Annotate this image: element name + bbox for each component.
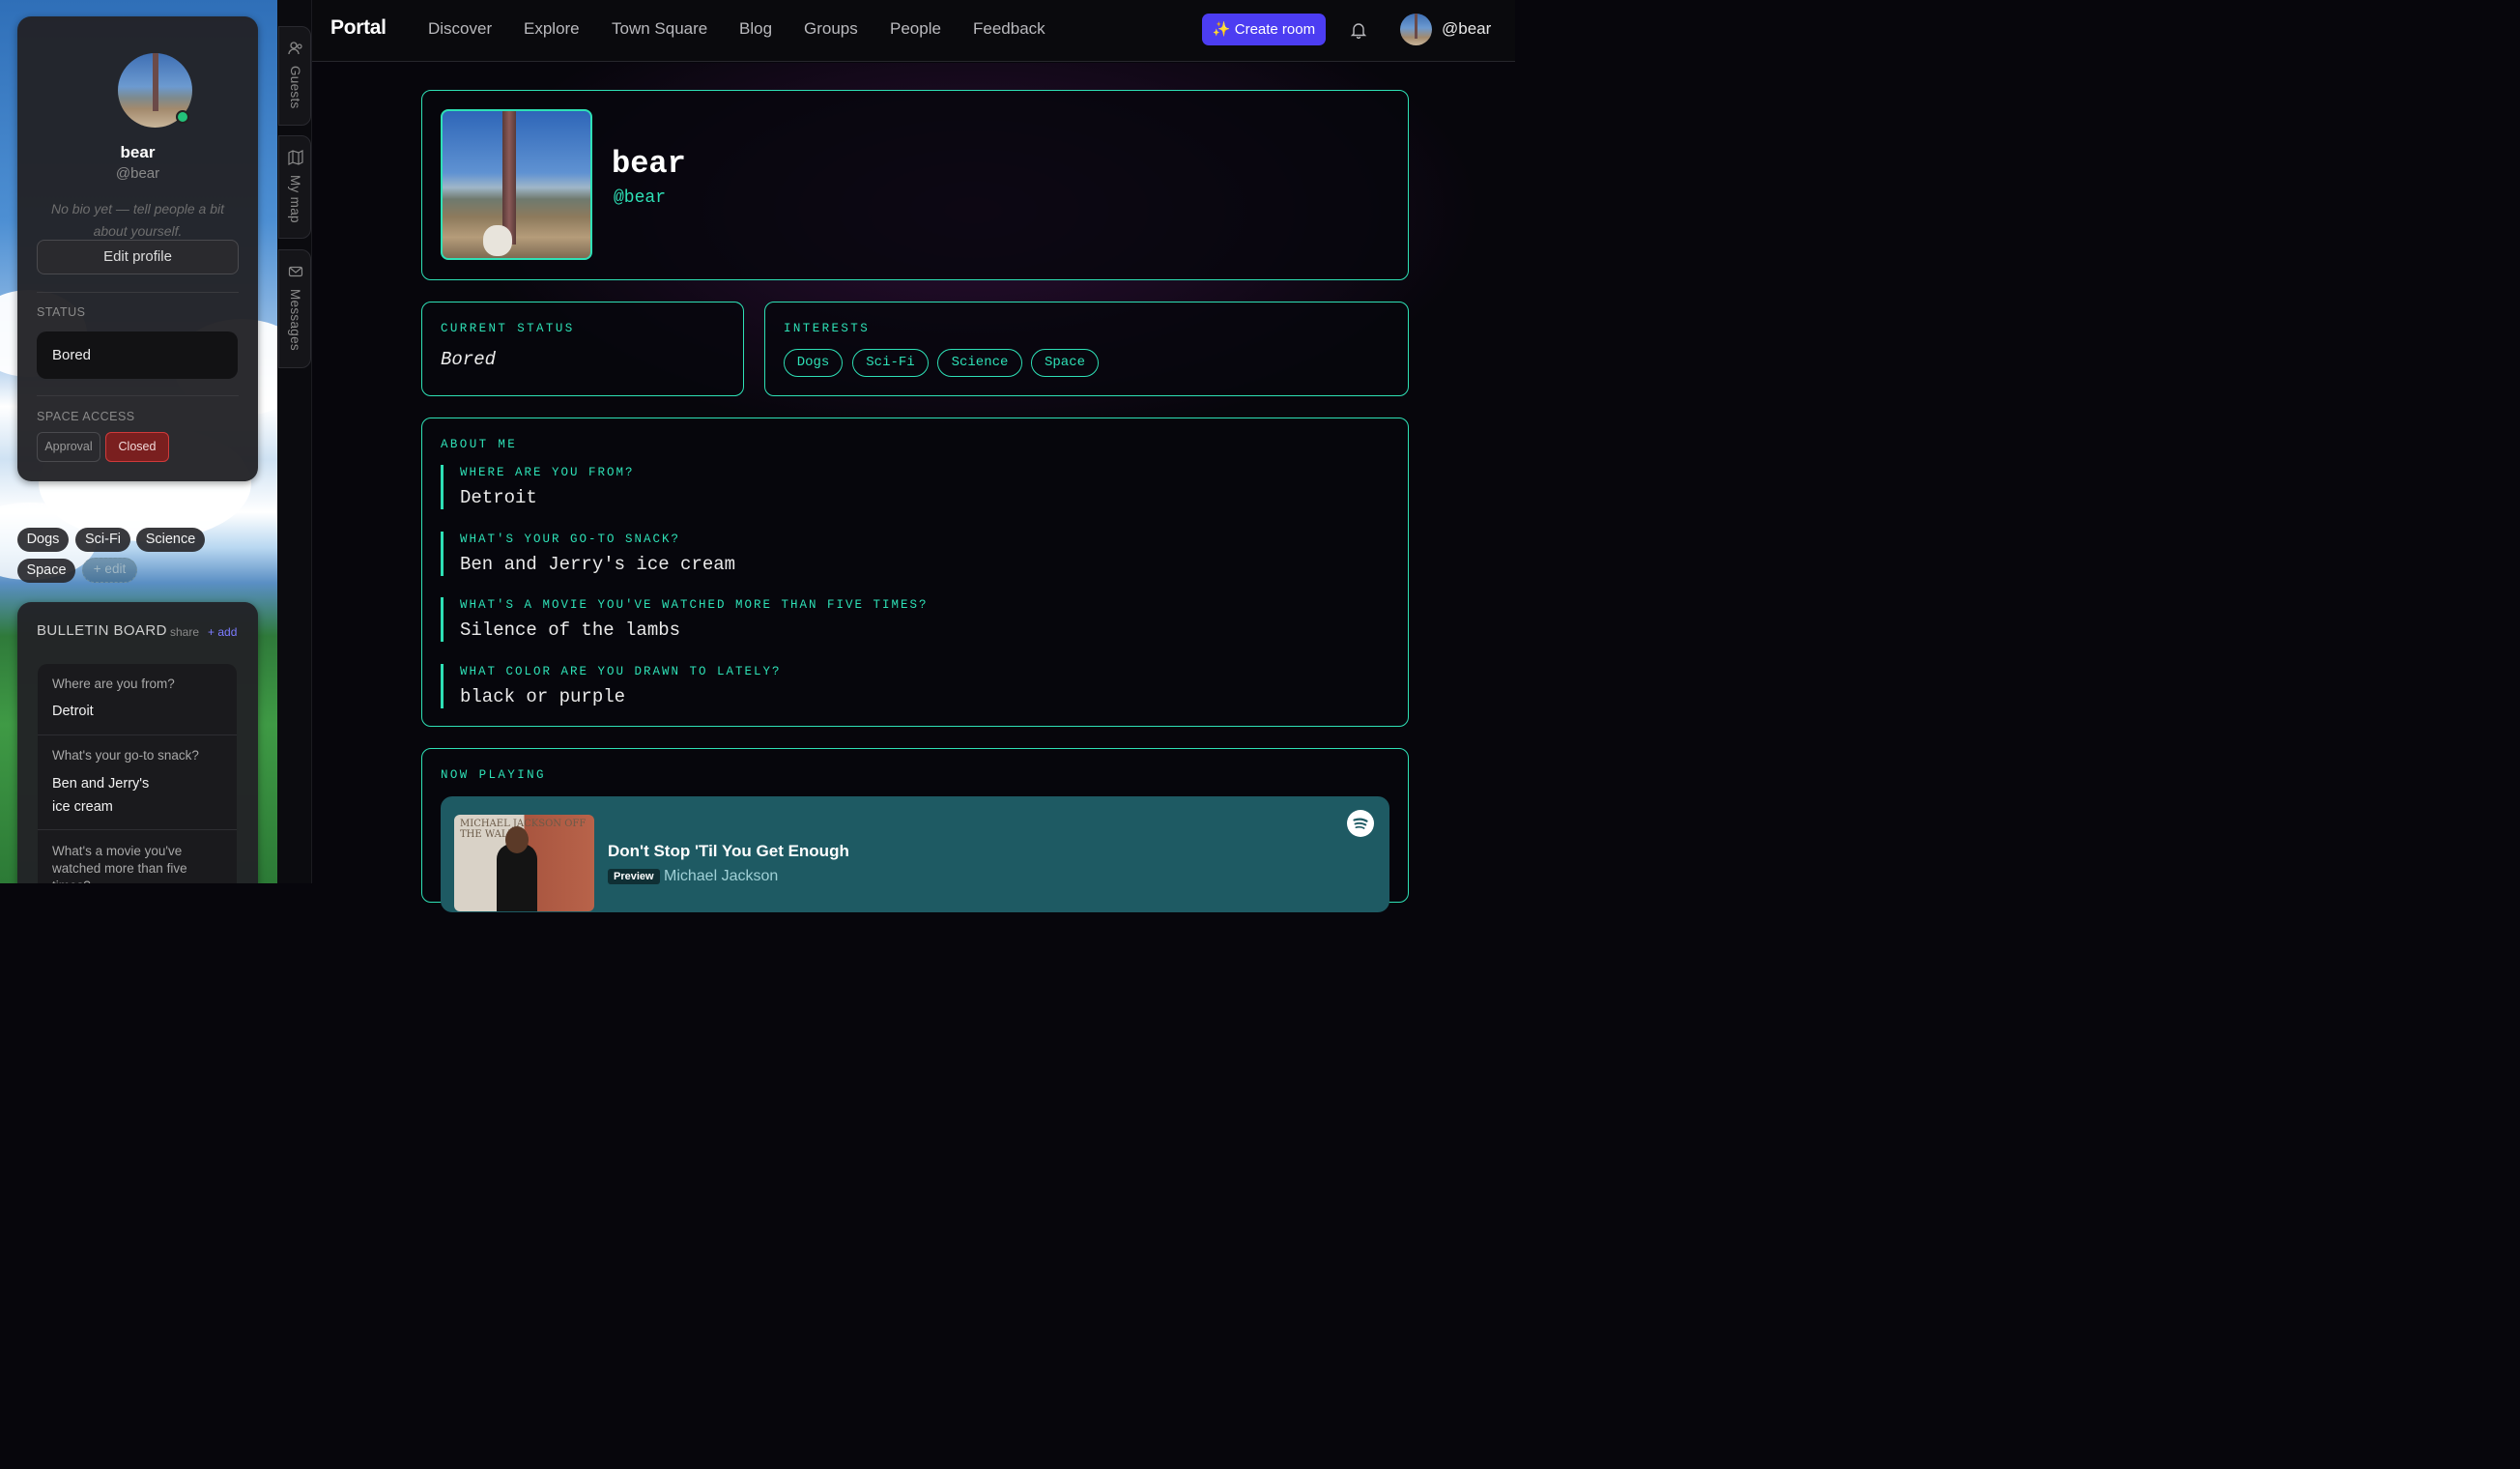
- mail-icon: [288, 264, 303, 279]
- bulletin-item[interactable]: What's a movie you've watched more than …: [38, 830, 237, 883]
- profile-handle: @bear: [115, 165, 160, 182]
- about-item: WHAT COLOR ARE YOU DRAWN TO LATELY? blac…: [441, 664, 1388, 708]
- about-question: WHERE ARE YOU FROM?: [460, 466, 635, 479]
- map-icon: [288, 150, 303, 165]
- profile-name: bear: [612, 146, 686, 182]
- about-question: WHAT COLOR ARE YOU DRAWN TO LATELY?: [460, 665, 782, 678]
- edit-interests-button[interactable]: + edit: [82, 558, 137, 583]
- dock-tab-label: Messages: [288, 289, 302, 351]
- space-access-label: SPACE ACCESS: [37, 410, 135, 423]
- bulletin-item[interactable]: Where are you from? Detroit: [38, 664, 237, 735]
- about-me-label: ABOUT ME: [441, 438, 518, 451]
- user-handle[interactable]: @bear: [1442, 19, 1491, 39]
- dock-tab-guests[interactable]: Guests: [278, 26, 311, 126]
- interests-label: INTERESTS: [784, 322, 871, 335]
- bulletin-answer: Ben and Jerry's ice cream: [52, 776, 150, 815]
- interest-tag: Space: [1031, 349, 1099, 377]
- interest-tag: Dogs: [784, 349, 843, 377]
- about-question: WHAT'S YOUR GO-TO SNACK?: [460, 533, 681, 546]
- bell-icon[interactable]: [1350, 21, 1367, 40]
- interests-label: INTERESTS: [17, 501, 97, 515]
- profile-handle: @bear: [614, 188, 667, 208]
- about-item: WHAT'S A MOVIE YOU'VE WATCHED MORE THAN …: [441, 597, 1388, 642]
- track-artist[interactable]: Michael Jackson: [664, 868, 778, 885]
- left-sidebar: bear @bear No bio yet — tell people a bi…: [0, 0, 277, 883]
- bulletin-item[interactable]: What's your go-to snack? Ben and Jerry's…: [38, 735, 237, 830]
- profile-name: bear: [120, 143, 156, 161]
- about-answer: Detroit: [460, 487, 537, 508]
- track-title[interactable]: Don't Stop 'Til You Get Enough: [608, 842, 849, 861]
- bulletin-add-link[interactable]: + add: [208, 625, 237, 639]
- bulletin-title: BULLETIN BOARD: [37, 622, 167, 639]
- about-answer: Ben and Jerry's ice cream: [460, 554, 736, 575]
- about-question: WHAT'S A MOVIE YOU'VE WATCHED MORE THAN …: [460, 598, 929, 612]
- status-field[interactable]: Bored: [37, 331, 238, 379]
- user-avatar[interactable]: [1400, 14, 1432, 45]
- current-status-card: CURRENT STATUS Bored: [421, 302, 744, 396]
- brand-logo[interactable]: Portal: [330, 16, 387, 40]
- bulletin-question: What's a movie you've watched more than …: [52, 844, 187, 883]
- profile-card: bear @bear No bio yet — tell people a bi…: [17, 16, 258, 481]
- access-closed-button[interactable]: Closed: [105, 432, 169, 462]
- bio-placeholder[interactable]: No bio yet — tell people a bit about you…: [46, 198, 229, 243]
- side-dock: Guests My map Messages: [277, 0, 312, 883]
- nav-link-discover[interactable]: Discover: [428, 19, 492, 39]
- interest-chip[interactable]: Dogs: [17, 528, 69, 552]
- profile-photo: [441, 109, 592, 260]
- spotify-player[interactable]: MICHAEL JACKSON OFF THE WALL Don't Stop …: [441, 796, 1389, 912]
- bulletin-question: What's your go-to snack?: [52, 748, 199, 763]
- bulletin-question: Where are you from?: [52, 677, 175, 691]
- bulletin-answer: Detroit: [52, 704, 94, 719]
- status-label: STATUS: [37, 305, 86, 319]
- current-status-label: CURRENT STATUS: [441, 322, 575, 335]
- nav-link-blog[interactable]: Blog: [739, 19, 772, 39]
- interest-chip[interactable]: Sci-Fi: [75, 528, 130, 552]
- nav-link-explore[interactable]: Explore: [524, 19, 580, 39]
- about-answer: black or purple: [460, 686, 626, 707]
- about-me-card: ABOUT ME WHERE ARE YOU FROM? Detroit WHA…: [421, 418, 1409, 727]
- interest-tag: Sci-Fi: [852, 349, 929, 377]
- create-room-button[interactable]: ✨ Create room: [1202, 14, 1326, 45]
- profile-header-card: bear @bear: [421, 90, 1409, 280]
- now-playing-card: NOW PLAYING MICHAEL JACKSON OFF THE WALL…: [421, 748, 1409, 912]
- interest-tag: Science: [937, 349, 1022, 377]
- about-answer: Silence of the lambs: [460, 619, 681, 641]
- about-item: WHERE ARE YOU FROM? Detroit: [441, 465, 1388, 509]
- access-approval-button[interactable]: Approval: [37, 432, 100, 462]
- divider: [37, 395, 239, 396]
- about-item: WHAT'S YOUR GO-TO SNACK? Ben and Jerry's…: [441, 532, 1388, 576]
- divider: [37, 292, 239, 293]
- dock-tab-label: Guests: [288, 66, 302, 109]
- edit-profile-button[interactable]: Edit profile: [37, 240, 239, 274]
- interest-chip[interactable]: Space: [17, 559, 75, 583]
- top-nav: Portal Discover Explore Town Square Blog…: [312, 0, 1515, 62]
- spotify-icon[interactable]: [1347, 810, 1374, 837]
- profile-main: bear @bear CURRENT STATUS Bored INTEREST…: [312, 63, 1515, 912]
- dock-tab-messages[interactable]: Messages: [278, 249, 311, 368]
- now-playing-label: NOW PLAYING: [441, 768, 546, 782]
- nav-link-feedback[interactable]: Feedback: [973, 19, 1045, 39]
- album-art: MICHAEL JACKSON OFF THE WALL: [454, 815, 594, 911]
- interests-card: INTERESTS Dogs Sci-Fi Science Space: [764, 302, 1409, 396]
- nav-link-town-square[interactable]: Town Square: [612, 19, 707, 39]
- bulletin-share-link[interactable]: share: [170, 625, 199, 639]
- nav-link-groups[interactable]: Groups: [804, 19, 858, 39]
- dock-tab-my-map[interactable]: My map: [278, 135, 311, 239]
- bulletin-board: BULLETIN BOARD share + add Where are you…: [17, 602, 258, 883]
- current-status-value: Bored: [441, 349, 497, 370]
- dock-tab-label: My map: [288, 175, 302, 223]
- preview-badge: Preview: [608, 869, 660, 884]
- nav-link-people[interactable]: People: [890, 19, 941, 39]
- bulletin-list: Where are you from? Detroit What's your …: [38, 664, 237, 883]
- online-status-dot: [176, 110, 189, 124]
- guests-icon: [288, 41, 303, 56]
- interest-chip[interactable]: Science: [136, 528, 205, 552]
